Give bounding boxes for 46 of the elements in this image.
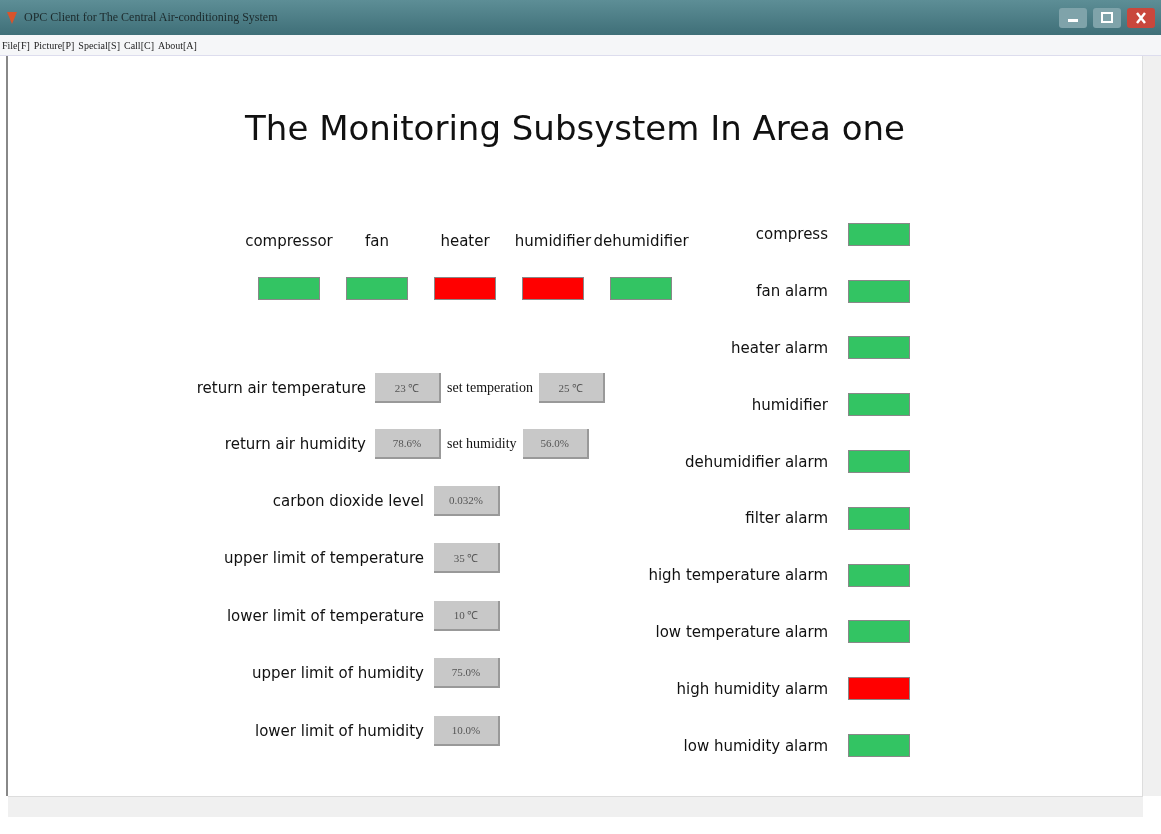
page-heading: The Monitoring Subsystem In Area one — [244, 108, 906, 150]
reading-label: return air temperature — [195, 379, 366, 397]
horizontal-scrollbar[interactable] — [8, 796, 1143, 817]
window-title: OPC Client for The Central Air-conditioning System — [24, 10, 279, 25]
reading-label: carbon dioxide level — [271, 491, 424, 510]
alarm-label: high humidity alarm — [676, 679, 828, 698]
value-display: 10.0% — [434, 715, 500, 746]
reading-label: upper limit of temperature — [223, 549, 424, 568]
minimize-button[interactable] — [1059, 7, 1087, 28]
value-display: 78.6% — [375, 429, 441, 459]
alarm-label: filter alarm — [745, 509, 828, 528]
value-display: 75.0% — [434, 658, 500, 689]
reading-label: lower limit of humidity — [254, 721, 424, 740]
device-label: heater — [440, 232, 490, 250]
setpoint-label: set humidity — [447, 436, 517, 452]
value-display: 35 ℃ — [434, 543, 500, 574]
value-display: 25 ℃ — [538, 373, 605, 403]
device-label: compressor — [245, 232, 333, 250]
alarm-label: compress — [755, 225, 828, 244]
reading-label: lower limit of temperature — [225, 606, 424, 625]
close-button[interactable] — [1127, 7, 1155, 28]
value-display: 56.0% — [522, 429, 589, 459]
alarm-label: heater alarm — [730, 339, 828, 357]
reading-label: return air humidity — [223, 435, 366, 453]
device-label: fan — [365, 232, 389, 250]
value-display: 0.032% — [434, 485, 500, 516]
alarm-label: fan alarm — [756, 282, 828, 301]
value-display: 23 ℃ — [375, 373, 441, 403]
alarm-label: dehumidifier alarm — [685, 452, 828, 471]
device-label: dehumidifier — [593, 232, 689, 250]
app-icon — [6, 10, 18, 25]
alarm-label: humidifier — [751, 395, 828, 414]
maximize-button[interactable] — [1093, 7, 1121, 28]
device-label: humidifier — [514, 232, 592, 250]
alarm-label: low humidity alarm — [683, 736, 828, 755]
vertical-scrollbar[interactable] — [1142, 56, 1161, 796]
menu-item[interactable]: About[A] — [158, 39, 197, 51]
alarm-label: high temperature alarm — [648, 566, 828, 585]
menu-item[interactable]: Call[C] — [124, 39, 154, 51]
setpoint-label: set temperation — [447, 380, 533, 396]
alarm-label: low temperature alarm — [655, 622, 828, 641]
menu-item[interactable]: File[F] — [2, 39, 30, 51]
menu-item[interactable]: Special[S] — [78, 39, 120, 51]
menu-item[interactable]: Picture[P] — [33, 39, 75, 51]
reading-label: upper limit of humidity — [251, 664, 424, 683]
value-display: 10 ℃ — [434, 600, 500, 631]
